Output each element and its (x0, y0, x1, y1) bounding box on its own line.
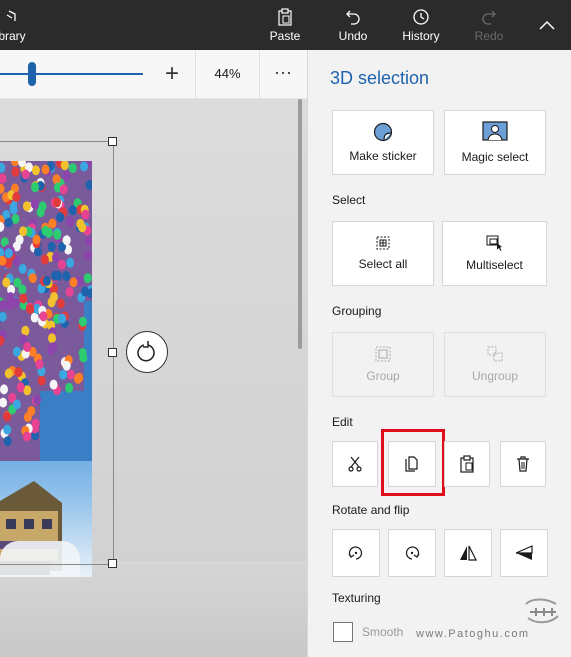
library-label: brary (0, 28, 26, 43)
sticker-icon (373, 122, 393, 142)
zoom-toolbar: + 44% ··· (0, 50, 307, 99)
cut-button[interactable] (332, 441, 378, 487)
history-label: History (402, 28, 440, 43)
ungroup-icon (487, 346, 503, 362)
3d-library-button[interactable]: brary (0, 0, 30, 50)
rotate-left-icon (348, 546, 363, 560)
paste-button[interactable]: Paste (265, 0, 305, 50)
watermark-logo (525, 598, 559, 624)
cube-icon (5, 8, 19, 26)
magic-select-icon (482, 121, 508, 141)
rotate-right-icon (405, 546, 420, 560)
magic-select-button[interactable]: Magic select (444, 110, 546, 175)
more-options-button[interactable]: ··· (266, 50, 300, 98)
zoom-slider-thumb[interactable] (28, 62, 36, 86)
delete-icon (517, 456, 529, 472)
group-button[interactable]: Group (332, 332, 434, 397)
flip-vertical-button[interactable] (500, 529, 548, 577)
collapse-panel-button[interactable] (532, 0, 562, 50)
selection-box (0, 141, 114, 565)
resize-handle[interactable] (108, 137, 117, 146)
smooth-checkbox[interactable] (333, 622, 353, 642)
zoom-in-icon[interactable]: + (160, 58, 184, 90)
multiselect-label: Multiselect (466, 258, 523, 272)
watermark-text: www.Patoghu.com (416, 628, 530, 640)
undo-icon (344, 8, 362, 26)
select-all-label: Select all (358, 257, 408, 271)
paste-label: Paste (269, 28, 301, 43)
make-sticker-label: Make sticker (349, 149, 417, 163)
rotate-right-button[interactable] (388, 529, 436, 577)
texturing-section-label: Texturing (332, 591, 381, 605)
3d-selection-panel: 3D selection Make sticker Magic select S… (307, 50, 571, 657)
grouping-section-label: Grouping (332, 304, 382, 318)
multiselect-icon (486, 235, 502, 251)
magic-select-label: Magic select (461, 150, 529, 164)
canvas[interactable] (0, 99, 307, 657)
redo-label: Redo (474, 28, 504, 43)
select-all-button[interactable]: Select all (332, 221, 434, 286)
flip-horizontal-button[interactable] (444, 529, 492, 577)
rotate-icon (137, 341, 155, 362)
chevron-up-icon (539, 16, 555, 34)
history-button[interactable]: History (398, 0, 444, 50)
undo-button[interactable]: Undo (333, 0, 373, 50)
paste-icon (460, 455, 474, 473)
flip-vertical-icon (515, 545, 533, 560)
redo-button[interactable]: Redo (469, 0, 509, 50)
panel-title: 3D selection (330, 68, 430, 88)
history-icon (412, 8, 430, 26)
rotate-left-button[interactable] (332, 529, 380, 577)
ungroup-button[interactable]: Ungroup (444, 332, 546, 397)
paste-panel-button[interactable] (444, 441, 490, 487)
redo-icon (480, 8, 498, 26)
undo-label: Undo (338, 28, 368, 43)
ungroup-label: Ungroup (471, 369, 519, 383)
zoom-level[interactable]: 44% (196, 50, 259, 98)
resize-handle[interactable] (108, 348, 117, 357)
copy-highlight-box (381, 429, 445, 496)
zoom-slider-track[interactable] (0, 73, 143, 75)
smooth-label: Smooth (362, 625, 404, 639)
group-icon (375, 346, 391, 362)
paste-icon (277, 7, 293, 26)
top-command-bar: brary Paste Undo History Redo (0, 0, 571, 50)
rotate-handle[interactable] (126, 331, 168, 373)
select-all-icon (376, 236, 390, 250)
flip-horizontal-icon (460, 545, 477, 561)
group-label: Group (366, 369, 400, 383)
resize-handle[interactable] (108, 559, 117, 568)
divider (259, 50, 260, 98)
cut-icon (348, 456, 362, 472)
select-section-label: Select (332, 193, 366, 207)
multiselect-button[interactable]: Multiselect (442, 221, 547, 286)
rotate-flip-section-label: Rotate and flip (332, 503, 410, 517)
delete-button[interactable] (500, 441, 546, 487)
vertical-scrollbar[interactable] (298, 99, 302, 349)
make-sticker-button[interactable]: Make sticker (332, 110, 434, 175)
edit-section-label: Edit (332, 415, 353, 429)
